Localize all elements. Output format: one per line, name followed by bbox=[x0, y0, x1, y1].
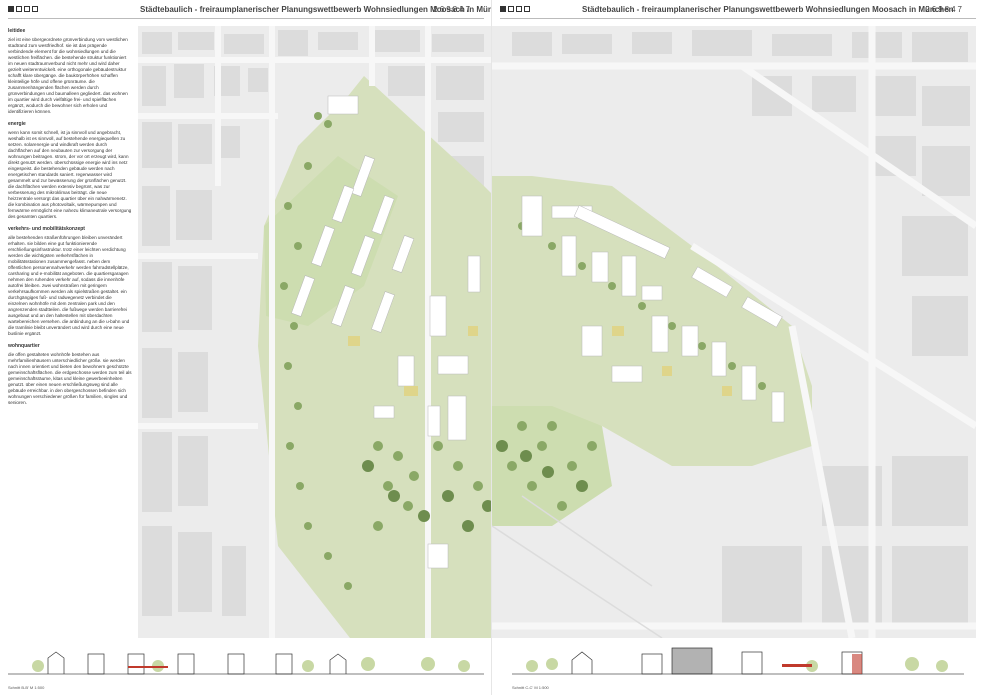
site-plan-left-drawing bbox=[138, 26, 492, 638]
section-label-right: Schnitt C-C' M 1:500 bbox=[512, 685, 549, 690]
site-plan-right-drawing bbox=[492, 26, 976, 638]
section-label-left: Schnitt B-B' M 1:500 bbox=[8, 685, 45, 690]
logo-squares bbox=[8, 6, 38, 12]
logo-squares-right bbox=[500, 6, 530, 12]
section-wohnquartier: wohnquartier die offen gestalteten wohnh… bbox=[8, 343, 132, 406]
left-header: Städtebaulich - freiraumplanerischer Pla… bbox=[0, 0, 492, 22]
section-drawing-left bbox=[8, 651, 484, 675]
section-strip-right: Schnitt C-C' M 1:500 bbox=[512, 640, 964, 690]
right-sheet: Städtebaulich - freiraumplanerischer Pla… bbox=[492, 0, 984, 695]
heading-wohnquartier: wohnquartier bbox=[8, 343, 40, 349]
heading-energie: energie bbox=[8, 121, 26, 127]
section-energie: energie wenn kann somit schnell, ist ja … bbox=[8, 121, 132, 220]
body-verkehr: alle bestehenden straßenführungen bleibe… bbox=[8, 235, 130, 336]
body-energie: wenn kann somit schnell, ist ja sinnvoll… bbox=[8, 130, 132, 219]
heading-leitidee: leitidee bbox=[8, 28, 26, 34]
site-plan-left bbox=[138, 26, 492, 638]
section-verkehr: verkehrs- und mobilitätskonzept alle bes… bbox=[8, 226, 132, 337]
left-sheet: Städtebaulich - freiraumplanerischer Pla… bbox=[0, 0, 492, 695]
section-leitidee: leitidee ziel ist eine übergeordnete grü… bbox=[8, 28, 132, 115]
text-column: leitidee ziel ist eine übergeordnete grü… bbox=[8, 26, 132, 611]
body-leitidee: ziel ist eine übergeordnete grünverbindu… bbox=[8, 37, 128, 114]
site-plan-right bbox=[492, 26, 976, 638]
heading-verkehr: verkehrs- und mobilitätskonzept bbox=[8, 226, 85, 232]
body-wohnquartier: die offen gestalteten wohnhöfe bestehen … bbox=[8, 352, 132, 405]
right-header: Städtebaulich - freiraumplanerischer Pla… bbox=[492, 0, 984, 22]
section-drawing-right bbox=[512, 647, 964, 675]
section-strip-left: Schnitt B-B' M 1:500 bbox=[8, 640, 484, 690]
entry-number: 269847 bbox=[433, 5, 472, 14]
competition-title-right: Städtebaulich - freiraumplanerischer Pla… bbox=[582, 5, 954, 14]
entry-number-right: 269847 bbox=[925, 5, 964, 14]
